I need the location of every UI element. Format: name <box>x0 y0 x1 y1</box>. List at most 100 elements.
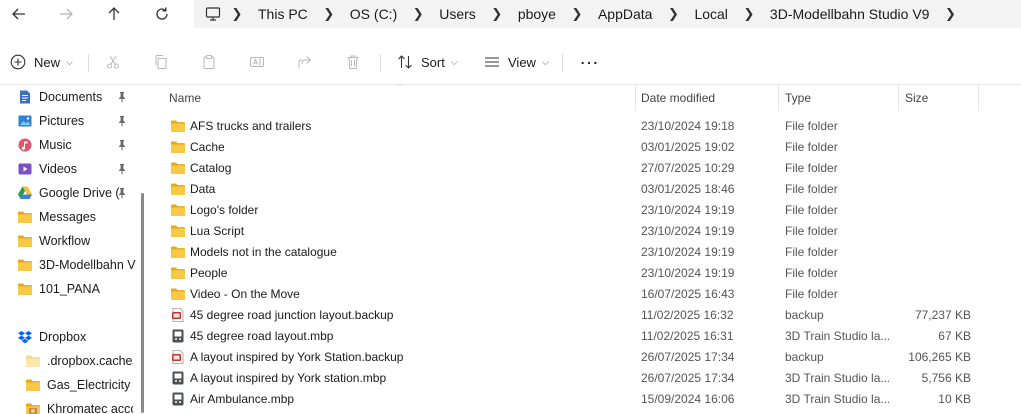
pin-icon <box>116 91 128 103</box>
column-divider[interactable] <box>898 85 899 111</box>
sidebar-item-label: Pictures <box>39 114 85 128</box>
sidebar-subitem[interactable]: .dropbox.cache <box>0 350 139 372</box>
sidebar-item[interactable]: Music <box>0 134 139 156</box>
column-header-name[interactable]: Name <box>169 91 201 105</box>
table-row[interactable]: Data 03/01/2025 18:46 File folder <box>149 179 1021 200</box>
table-row[interactable]: Cache 03/01/2025 19:02 File folder <box>149 137 1021 158</box>
more-options-button[interactable]: … <box>579 46 599 70</box>
folder-icon <box>170 265 186 281</box>
train-file-icon <box>170 328 186 344</box>
column-header-size[interactable]: Size <box>905 91 928 105</box>
scrollbar-thumb[interactable] <box>141 193 144 413</box>
view-button[interactable]: View ⌵ <box>484 50 549 74</box>
table-row[interactable]: Video - On the Move 16/07/2025 16:43 File … <box>149 284 1021 305</box>
folder-icon <box>170 244 186 260</box>
sidebar-item-label: Videos <box>39 162 77 176</box>
chevron-right-icon[interactable]: ❯ <box>316 6 342 22</box>
file-type: 3D Train Studio la... <box>785 371 889 385</box>
table-row[interactable]: Logo's folder 23/10/2024 19:19 File folder <box>149 200 1021 221</box>
sidebar-item-label: Khromatec acco <box>47 402 133 414</box>
separator <box>88 54 89 72</box>
sidebar-item[interactable]: Videos <box>0 158 139 180</box>
backup-file-icon <box>170 349 186 365</box>
forward-button[interactable] <box>49 0 83 28</box>
breadcrumb-local[interactable]: Local <box>686 6 735 22</box>
table-row[interactable]: A layout inspired by York station.mbp 26/… <box>149 368 1021 389</box>
backup-file-icon <box>170 307 186 323</box>
file-type: backup <box>785 308 824 322</box>
sidebar-subitem[interactable]: Khromatec acco <box>0 398 139 414</box>
refresh-button[interactable] <box>145 0 179 28</box>
table-row[interactable]: Air Ambulance.mbp 15/09/2024 16:06 3D Trai… <box>149 389 1021 410</box>
new-button[interactable]: New ⌵ <box>10 50 73 74</box>
folder-icon <box>170 223 186 239</box>
copy-button[interactable] <box>153 50 169 74</box>
breadcrumb-users[interactable]: Users <box>431 6 484 22</box>
sidebar-item-label: Dropbox <box>39 330 87 344</box>
breadcrumb-os-c[interactable]: OS (C:) <box>342 6 405 22</box>
navigation-bar: ❯ This PC ❯ OS (C:) ❯ Users ❯ pboye ❯ Ap… <box>0 0 1021 28</box>
chevron-right-icon[interactable]: ❯ <box>405 6 431 22</box>
column-divider[interactable] <box>778 85 779 111</box>
chevron-right-icon[interactable]: ❯ <box>660 6 686 22</box>
file-name: Air Ambulance.mbp <box>190 392 295 406</box>
file-size: 106,265 KB <box>908 350 971 364</box>
sort-button[interactable]: Sort ⌵ <box>397 50 458 74</box>
table-row[interactable]: Catalog 27/07/2025 10:29 File folder <box>149 158 1021 179</box>
table-row[interactable]: A layout inspired by York Station.backup… <box>149 347 1021 368</box>
documents-icon <box>17 89 33 105</box>
sidebar-item[interactable]: Google Drive ( <box>0 182 139 204</box>
file-date-modified: 26/07/2025 17:34 <box>641 371 735 385</box>
column-divider[interactable] <box>635 85 636 111</box>
share-button[interactable] <box>297 50 313 74</box>
breadcrumb-appdata[interactable]: AppData <box>590 6 660 22</box>
folder-icon <box>25 377 41 393</box>
column-divider[interactable] <box>978 85 979 111</box>
file-date-modified: 23/10/2024 19:19 <box>641 245 735 259</box>
folder-icon <box>17 209 33 225</box>
computer-icon <box>204 5 222 23</box>
navigation-pane-scrollbar[interactable] <box>139 85 149 414</box>
column-header-date[interactable]: Date modified <box>641 91 715 105</box>
sidebar-item[interactable]: Workflow <box>0 230 139 252</box>
trash-icon <box>347 55 359 69</box>
chevron-right-icon[interactable]: ❯ <box>937 6 963 22</box>
address-bar[interactable]: ❯ This PC ❯ OS (C:) ❯ Users ❯ pboye ❯ Ap… <box>194 0 1021 28</box>
table-row[interactable]: AFS trucks and trailers 23/10/2024 19:18 F… <box>149 116 1021 137</box>
breadcrumb-this-pc[interactable]: This PC <box>250 6 316 22</box>
back-button[interactable] <box>2 0 36 28</box>
chevron-right-icon[interactable]: ❯ <box>736 6 762 22</box>
table-row[interactable]: Models not in the catalogue 23/10/2024 19… <box>149 242 1021 263</box>
chevron-right-icon[interactable]: ❯ <box>484 6 510 22</box>
table-row[interactable]: People 23/10/2024 19:19 File folder <box>149 263 1021 284</box>
sidebar-item[interactable]: Pictures <box>0 110 139 132</box>
chevron-right-icon[interactable]: ❯ <box>224 6 250 22</box>
sidebar-item[interactable]: Documents <box>0 86 139 108</box>
column-header-type[interactable]: Type <box>785 91 811 105</box>
breadcrumb-3d-modellbahn[interactable]: 3D-Modellbahn Studio V9 <box>762 6 938 22</box>
file-name: Logo's folder <box>190 203 259 217</box>
table-row[interactable]: Lua Script 23/10/2024 19:19 File folder <box>149 221 1021 242</box>
sidebar-item-label: Google Drive ( <box>39 186 120 200</box>
chevron-right-icon[interactable]: ❯ <box>564 6 590 22</box>
table-row[interactable]: 45 degree road junction layout.backup 11/… <box>149 305 1021 326</box>
delete-button[interactable] <box>345 50 361 74</box>
sidebar-item[interactable]: 3D-Modellbahn V <box>0 254 139 276</box>
breadcrumb-pboye[interactable]: pboye <box>510 6 564 22</box>
file-date-modified: 03/01/2025 18:46 <box>641 182 735 196</box>
sidebar-item-dropbox[interactable]: Dropbox <box>0 326 139 348</box>
pin-icon <box>116 163 128 175</box>
videos-icon <box>17 161 33 177</box>
file-type: File folder <box>785 161 838 175</box>
file-date-modified: 23/10/2024 19:19 <box>641 203 735 217</box>
file-name: AFS trucks and trailers <box>190 119 312 133</box>
file-list: ⌃ Name Date modified Type Size AFS truck… <box>149 85 1021 414</box>
paste-button[interactable] <box>201 50 217 74</box>
rename-button[interactable] <box>249 50 265 74</box>
table-row[interactable]: 45 degree road layout.mbp 11/02/2025 16:3… <box>149 326 1021 347</box>
sidebar-subitem[interactable]: Gas_Electricity s <box>0 374 139 396</box>
sidebar-item[interactable]: Messages <box>0 206 139 228</box>
up-button[interactable] <box>97 0 131 28</box>
cut-button[interactable] <box>105 50 121 74</box>
sidebar-item[interactable]: 101_PANA <box>0 278 139 300</box>
